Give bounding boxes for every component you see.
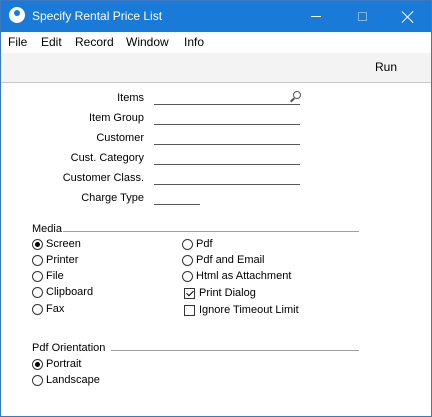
cust-category-label: Cust. Category bbox=[70, 152, 144, 164]
radio-landscape[interactable] bbox=[32, 374, 43, 386]
app-icon bbox=[9, 7, 25, 23]
report-spec-form: Items Item Group Customer Cust. Category… bbox=[1, 83, 431, 416]
maximize-button[interactable] bbox=[339, 1, 385, 32]
charge-type-label: Charge Type bbox=[81, 192, 144, 204]
ignore-timeout-label: Ignore Timeout Limit bbox=[199, 304, 299, 316]
customer-field[interactable] bbox=[154, 144, 300, 145]
media-option-html-attachment-label: Html as Attachment bbox=[196, 270, 292, 282]
pdf-orientation-group-label: Pdf Orientation bbox=[32, 342, 106, 354]
radio-portrait[interactable] bbox=[32, 358, 43, 370]
radio-screen[interactable] bbox=[32, 238, 43, 250]
media-group-label: Media bbox=[32, 223, 62, 235]
orientation-option-landscape[interactable]: Landscape bbox=[32, 374, 100, 386]
close-button[interactable] bbox=[385, 1, 431, 32]
media-divider bbox=[63, 231, 359, 232]
media-option-file-label: File bbox=[46, 270, 64, 282]
items-field[interactable] bbox=[154, 104, 300, 105]
customer-class-field[interactable] bbox=[154, 184, 300, 185]
radio-html-attachment[interactable] bbox=[182, 270, 193, 282]
print-dialog-option[interactable]: Print Dialog bbox=[184, 287, 256, 299]
orientation-option-landscape-label: Landscape bbox=[46, 374, 100, 386]
media-option-clipboard-label: Clipboard bbox=[46, 286, 94, 298]
menu-file[interactable]: File bbox=[8, 35, 27, 49]
item-group-label: Item Group bbox=[88, 112, 144, 124]
menu-record[interactable]: Record bbox=[75, 35, 114, 49]
item-group-field[interactable] bbox=[154, 124, 300, 125]
media-option-screen-label: Screen bbox=[46, 238, 81, 250]
toolbar: Run bbox=[1, 53, 431, 83]
media-option-pdf[interactable]: Pdf bbox=[182, 238, 213, 250]
minimize-button[interactable] bbox=[293, 1, 339, 32]
ignore-timeout-option[interactable]: Ignore Timeout Limit bbox=[184, 304, 299, 316]
orientation-option-portrait-label: Portrait bbox=[46, 358, 82, 370]
menu-window[interactable]: Window bbox=[126, 35, 169, 49]
media-option-html-attachment[interactable]: Html as Attachment bbox=[182, 270, 291, 282]
media-option-printer-label: Printer bbox=[46, 254, 79, 266]
media-option-printer[interactable]: Printer bbox=[32, 254, 78, 266]
media-option-pdf-email-label: Pdf and Email bbox=[196, 254, 265, 266]
menu-edit[interactable]: Edit bbox=[41, 35, 62, 49]
minimize-icon bbox=[311, 16, 321, 17]
customer-class-label: Customer Class. bbox=[62, 172, 144, 184]
app-window: Specify Rental Price List File Edit Reco… bbox=[0, 0, 432, 417]
radio-pdf-email[interactable] bbox=[182, 254, 193, 266]
ignore-timeout-checkbox[interactable] bbox=[184, 304, 195, 316]
cust-category-field[interactable] bbox=[154, 164, 300, 165]
run-button[interactable]: Run bbox=[375, 60, 397, 74]
media-option-fax[interactable]: Fax bbox=[32, 303, 64, 315]
print-dialog-label: Print Dialog bbox=[199, 287, 256, 299]
radio-file[interactable] bbox=[32, 270, 43, 282]
radio-printer[interactable] bbox=[32, 254, 43, 266]
items-label: Items bbox=[117, 92, 144, 104]
menu-bar: File Edit Record Window Info bbox=[1, 32, 431, 52]
menu-info[interactable]: Info bbox=[184, 35, 204, 49]
radio-clipboard[interactable] bbox=[32, 286, 43, 298]
pdf-orientation-divider bbox=[111, 350, 359, 351]
media-option-file[interactable]: File bbox=[32, 270, 64, 282]
search-icon[interactable] bbox=[289, 91, 301, 103]
orientation-option-portrait[interactable]: Portrait bbox=[32, 358, 81, 370]
media-option-screen[interactable]: Screen bbox=[32, 238, 81, 250]
media-option-clipboard[interactable]: Clipboard bbox=[32, 286, 93, 298]
maximize-icon bbox=[357, 12, 367, 21]
customer-label: Customer bbox=[96, 132, 144, 144]
media-option-fax-label: Fax bbox=[46, 303, 65, 315]
media-option-pdf-label: Pdf bbox=[196, 238, 213, 250]
close-icon bbox=[402, 11, 414, 23]
radio-fax[interactable] bbox=[32, 303, 43, 315]
charge-type-field[interactable] bbox=[154, 204, 200, 205]
media-option-pdf-email[interactable]: Pdf and Email bbox=[182, 254, 264, 266]
radio-pdf[interactable] bbox=[182, 238, 193, 250]
window-title: Specify Rental Price List bbox=[32, 9, 163, 23]
title-bar[interactable]: Specify Rental Price List bbox=[1, 1, 431, 32]
print-dialog-checkbox[interactable] bbox=[184, 287, 195, 299]
